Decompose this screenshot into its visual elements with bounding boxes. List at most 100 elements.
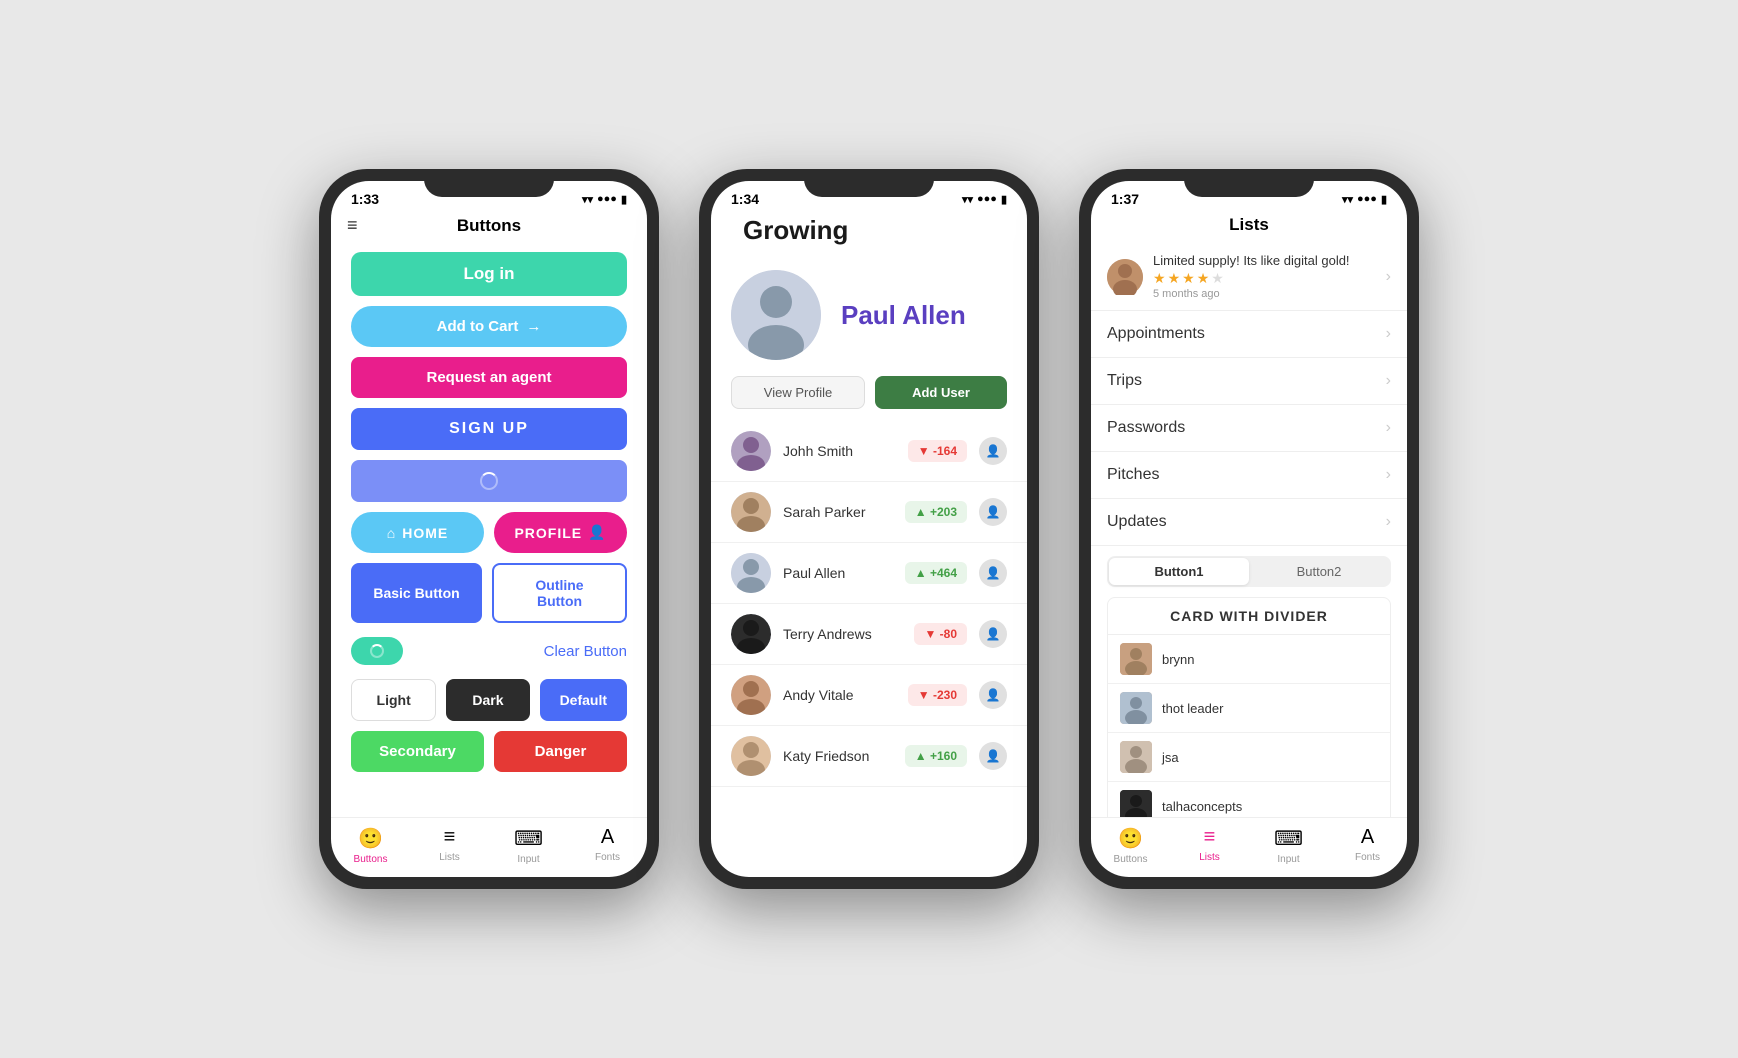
- buttons-content: Log in Add to Cart → Request an agent SI…: [331, 244, 647, 817]
- user-icon: 👤: [588, 524, 606, 541]
- tab-fonts-3[interactable]: A Fonts: [1328, 826, 1407, 865]
- card-divider-title: CARD WITH DIVIDER: [1108, 598, 1390, 635]
- phone1-screen: ≡ Buttons Log in Add to Cart → Request a…: [331, 211, 647, 877]
- list-item-trips[interactable]: Trips ›: [1091, 358, 1407, 405]
- time-2: 1:34: [731, 191, 759, 207]
- add-user-button[interactable]: Add User: [875, 376, 1007, 409]
- danger-button[interactable]: Danger: [494, 731, 627, 772]
- star-4: ★: [1197, 270, 1210, 287]
- tab-fonts-1[interactable]: A Fonts: [568, 826, 647, 865]
- score-badge-3: ▼ -80: [914, 623, 967, 645]
- user-action-4[interactable]: 👤: [979, 681, 1007, 709]
- score-badge-4: ▼ -230: [908, 684, 967, 706]
- list-label-trips: Trips: [1107, 372, 1386, 390]
- seg-tab-button2[interactable]: Button2: [1249, 558, 1389, 585]
- user-item-2: Paul Allen ▲ +464 👤: [711, 543, 1027, 604]
- loading-spinner: [480, 472, 498, 490]
- user-action-3[interactable]: 👤: [979, 620, 1007, 648]
- tab-buttons-3[interactable]: 🙂 Buttons: [1091, 826, 1170, 865]
- score-badge-5: ▲ +160: [905, 745, 967, 767]
- outline-button[interactable]: Outline Button: [492, 563, 627, 623]
- login-button[interactable]: Log in: [351, 252, 627, 296]
- star-5: ★: [1211, 270, 1224, 287]
- user-name-4: Andy Vitale: [783, 687, 896, 703]
- tab-label-fonts-3: Fonts: [1355, 852, 1380, 863]
- default-button[interactable]: Default: [540, 679, 627, 721]
- card-with-divider: CARD WITH DIVIDER brynn thot leader: [1107, 597, 1391, 817]
- arrow-icon: →: [526, 318, 541, 335]
- user-item-4: Andy Vitale ▼ -230 👤: [711, 665, 1027, 726]
- review-chevron: ›: [1386, 268, 1391, 286]
- user-action-2[interactable]: 👤: [979, 559, 1007, 587]
- phone3-screen: Lists Limited supply! Its like digital g…: [1091, 211, 1407, 877]
- star-1: ★: [1153, 270, 1166, 287]
- user-item-3: Terry Andrews ▼ -80 👤: [711, 604, 1027, 665]
- tab-label-input-1: Input: [517, 854, 539, 865]
- fonts-tab-icon-1: A: [601, 826, 614, 849]
- basic-button[interactable]: Basic Button: [351, 563, 482, 623]
- tab-buttons-1[interactable]: 🙂 Buttons: [331, 826, 410, 865]
- tab-bar-1: 🙂 Buttons ≡ Lists ⌨ Input A Fonts: [331, 817, 647, 877]
- profile-button[interactable]: PROFILE 👤: [494, 512, 627, 553]
- light-button[interactable]: Light: [351, 679, 436, 721]
- review-card[interactable]: Limited supply! Its like digital gold! ★…: [1091, 243, 1407, 311]
- card-avatar-brynn: [1120, 643, 1152, 675]
- user-action-1[interactable]: 👤: [979, 498, 1007, 526]
- star-3: ★: [1182, 270, 1195, 287]
- clear-button[interactable]: Clear Button: [544, 643, 627, 660]
- buttons-tab-icon: 🙂: [358, 826, 383, 851]
- home-profile-row: ⌂ HOME PROFILE 👤: [351, 512, 627, 553]
- hamburger-icon[interactable]: ≡: [347, 215, 358, 236]
- dark-button[interactable]: Dark: [446, 679, 529, 721]
- score-badge-2: ▲ +464: [905, 562, 967, 584]
- tab-label-input-3: Input: [1277, 854, 1299, 865]
- card-avatar-jsa: [1120, 741, 1152, 773]
- signal-icon-1: ●●●: [597, 193, 617, 205]
- tab-label-buttons-1: Buttons: [354, 854, 388, 865]
- signal-icon-3: ●●●: [1357, 193, 1377, 205]
- list-label-updates: Updates: [1107, 513, 1386, 531]
- signup-button[interactable]: SIGN UP: [351, 408, 627, 450]
- page-title-3: Lists: [1229, 215, 1269, 234]
- tab-lists-3[interactable]: ≡ Lists: [1170, 826, 1249, 865]
- user-list: Johh Smith ▼ -164 👤 Sarah Parker ▲ +203 …: [711, 421, 1027, 877]
- loading-button[interactable]: [351, 460, 627, 502]
- home-button[interactable]: ⌂ HOME: [351, 512, 484, 553]
- tab-lists-1[interactable]: ≡ Lists: [410, 826, 489, 865]
- list-item-passwords[interactable]: Passwords ›: [1091, 405, 1407, 452]
- card-name-brynn: brynn: [1162, 652, 1195, 667]
- wifi-icon-2: ▾▾: [962, 193, 973, 206]
- review-time: 5 months ago: [1153, 288, 1376, 300]
- user-action-5[interactable]: 👤: [979, 742, 1007, 770]
- user-action-0[interactable]: 👤: [979, 437, 1007, 465]
- phone2-screen: Growing Paul Allen View Profile Add User: [711, 211, 1027, 877]
- card-item-talhaconcepts: talhaconcepts: [1108, 782, 1390, 817]
- user-avatar-4: [731, 675, 771, 715]
- tab-input-3[interactable]: ⌨ Input: [1249, 826, 1328, 865]
- phone3-header: Lists: [1091, 211, 1407, 243]
- toggle-switch[interactable]: [351, 637, 403, 665]
- user-avatar-5: [731, 736, 771, 776]
- status-icons-1: ▾▾ ●●● ▮: [582, 193, 627, 206]
- score-badge-0: ▼ -164: [908, 440, 967, 462]
- request-agent-button[interactable]: Request an agent: [351, 357, 627, 398]
- notch3: [1184, 169, 1314, 197]
- user-item-0: Johh Smith ▼ -164 👤: [711, 421, 1027, 482]
- view-profile-button[interactable]: View Profile: [731, 376, 865, 409]
- status-icons-3: ▾▾ ●●● ▮: [1342, 193, 1387, 206]
- seg-tab-button1[interactable]: Button1: [1109, 558, 1249, 585]
- add-to-cart-button[interactable]: Add to Cart →: [351, 306, 627, 347]
- tab-input-1[interactable]: ⌨ Input: [489, 826, 568, 865]
- tab-label-fonts-1: Fonts: [595, 852, 620, 863]
- list-item-updates[interactable]: Updates ›: [1091, 499, 1407, 546]
- secondary-button[interactable]: Secondary: [351, 731, 484, 772]
- fonts-tab-icon-3: A: [1361, 826, 1374, 849]
- list-item-pitches[interactable]: Pitches ›: [1091, 452, 1407, 499]
- star-2: ★: [1168, 270, 1181, 287]
- list-item-appointments[interactable]: Appointments ›: [1091, 311, 1407, 358]
- card-item-jsa: jsa: [1108, 733, 1390, 782]
- chevron-updates: ›: [1386, 513, 1391, 531]
- battery-icon-2: ▮: [1001, 193, 1007, 206]
- user-item-5: Katy Friedson ▲ +160 👤: [711, 726, 1027, 787]
- list-label-pitches: Pitches: [1107, 466, 1386, 484]
